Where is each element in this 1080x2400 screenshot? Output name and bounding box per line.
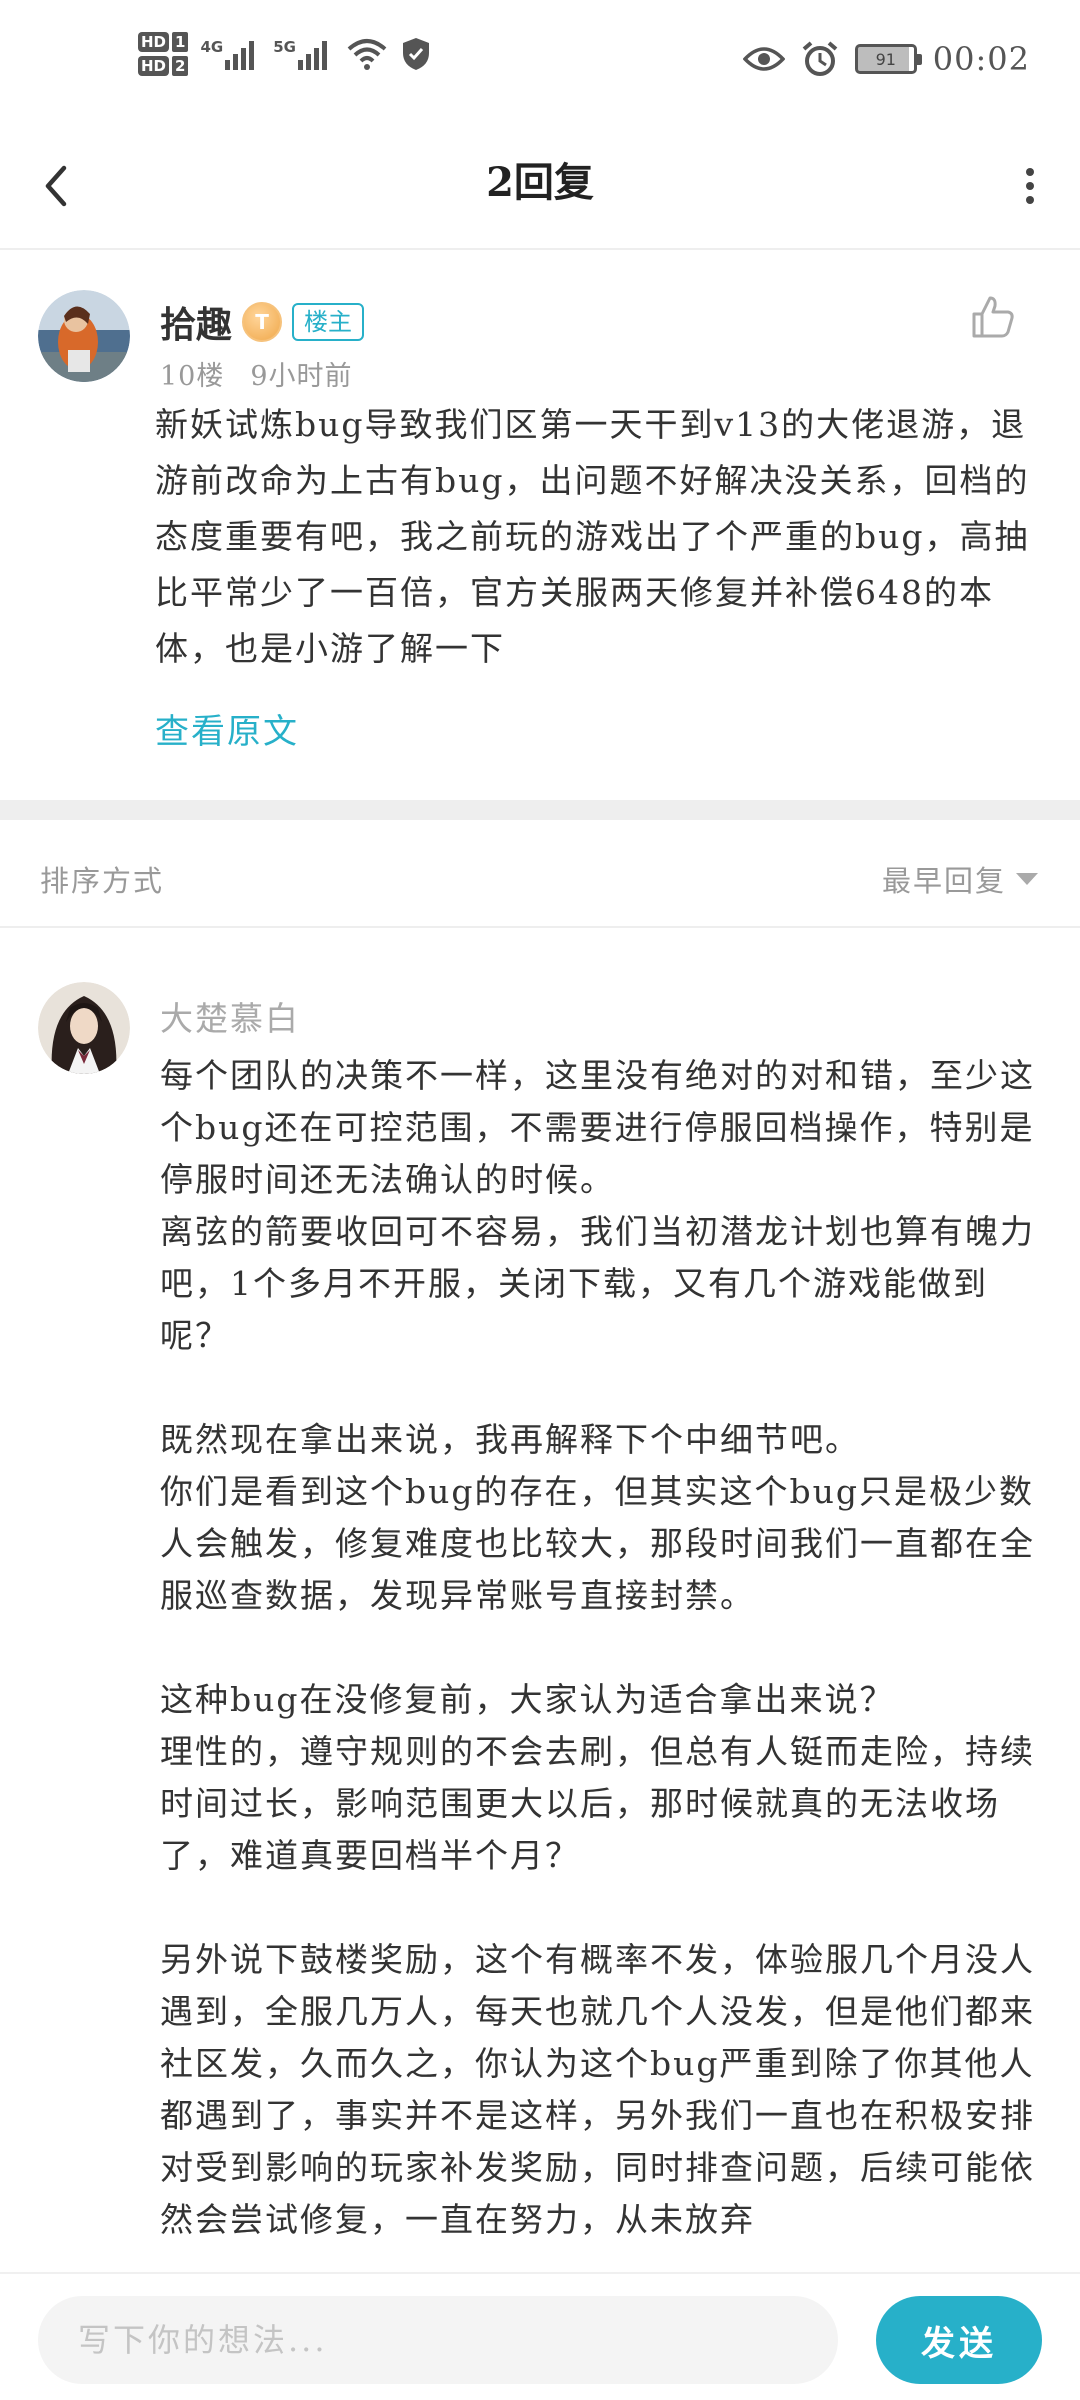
post-meta: 10楼 9小时前 (160, 354, 353, 393)
signal-1: 4G (200, 38, 261, 70)
post-author-name[interactable]: 拾趣 (160, 296, 232, 348)
post-time: 9小时前 (250, 361, 353, 392)
sort-dropdown[interactable]: 最早回复 (882, 858, 1038, 900)
more-vertical-icon (1026, 168, 1034, 204)
send-button[interactable]: 发送 (876, 2296, 1042, 2384)
page-title: 2回复 (486, 159, 594, 206)
caret-down-icon (1016, 873, 1038, 885)
original-post: 拾趣 T 楼主 10楼 9小时前 新妖试炼bug导致我们区第一天干到v13的大佬退… (0, 252, 1080, 802)
sort-selected-value: 最早回复 (881, 864, 1006, 898)
avatar[interactable] (38, 290, 130, 382)
comment-composer: 发送 (0, 2272, 1080, 2400)
signal-bars-icon (225, 41, 255, 70)
section-divider (0, 800, 1080, 820)
sim2-index: 2 (172, 56, 189, 76)
like-button[interactable] (968, 292, 1018, 342)
user-avatar-image (38, 290, 130, 382)
sim-indicators: HD 1 HD 2 (138, 32, 189, 76)
network-type-1: 4G (200, 38, 224, 56)
reply-body: 每个团队的决策不一样，这里没有绝对的对和错，至少这个bug还在可控范围，不需要进… (160, 1056, 1035, 2239)
user-avatar-image (38, 982, 130, 1074)
status-left: HD 1 HD 2 4G 5G (138, 32, 432, 76)
battery-level: 91 (875, 49, 896, 69)
sim1-hd-label: HD (138, 32, 170, 52)
status-bar: HD 1 HD 2 4G 5G 91 00:02 (0, 0, 1080, 130)
avatar[interactable] (38, 982, 130, 1074)
sim2-hd-label: HD (138, 56, 170, 76)
status-right: 91 00:02 (742, 40, 1030, 78)
alarm-icon (802, 41, 838, 76)
sim1-index: 1 (172, 32, 189, 52)
sort-bar: 排序方式 最早回复 (0, 820, 1080, 928)
battery-indicator: 91 (854, 44, 922, 74)
sort-label: 排序方式 (40, 864, 165, 898)
signal-bars-icon (297, 41, 327, 70)
more-options-button[interactable] (1000, 156, 1050, 216)
view-original-link[interactable]: 查看原文 (155, 704, 299, 753)
thumbs-up-icon (972, 296, 1014, 338)
signal-2: 5G (273, 38, 334, 70)
wifi-icon (347, 39, 387, 70)
shield-check-icon (402, 38, 429, 70)
post-author-line: 拾趣 T 楼主 (160, 296, 365, 348)
owner-badge: 楼主 (292, 303, 365, 341)
post-body: 新妖试炼bug导致我们区第一天干到v13的大佬退游，退游前改命为上古有bug，出… (155, 405, 1030, 668)
network-type-2: 5G (273, 38, 296, 56)
floor-number: 10楼 (160, 361, 225, 392)
eye-icon (742, 47, 785, 71)
level-badge: T (242, 302, 283, 342)
reply-author-name[interactable]: 大楚慕白 (160, 992, 300, 1040)
sim2-indicator: HD 2 (138, 56, 189, 76)
top-app-bar: 2回复 (0, 130, 1080, 250)
sim1-indicator: HD 1 (138, 32, 189, 52)
clock: 00:02 (932, 40, 1030, 78)
comment-input[interactable] (38, 2296, 838, 2384)
reply-item: 大楚慕白 每个团队的决策不一样，这里没有绝对的对和错，至少这个bug还在可控范围… (0, 930, 1080, 2270)
